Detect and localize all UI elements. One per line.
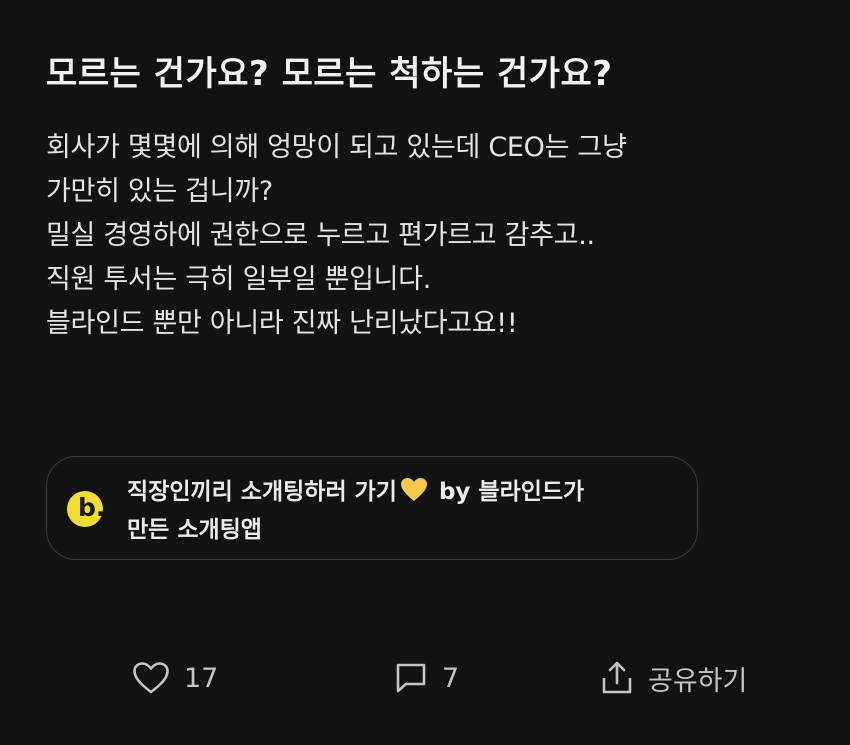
comment-icon: [394, 661, 428, 695]
ad-text: 직장인끼리 소개팅하러 가기 by 블라인드가 만든 소개팅앱: [127, 475, 672, 547]
blind-logo-icon: b.: [67, 491, 106, 527]
post-body-line: 직원 투서는 극히 일부일 뿐입니다.: [46, 264, 431, 295]
ad-text-line-1: 직장인끼리 소개팅하러 가기 by 블라인드가: [127, 475, 672, 513]
ad-banner-card[interactable]: b. 직장인끼리 소개팅하러 가기 by 블라인드가 만든 소개팅앱: [46, 456, 698, 560]
post-body: 회사가 몇몇에 의해 엉망이 되고 있는데 CEO는 그냥 가만히 있는 겁니까…: [46, 126, 816, 346]
share-label: 공유하기: [648, 665, 748, 697]
share-button[interactable]: 공유하기: [600, 650, 747, 706]
ad-text-part: 직장인끼리 소개팅하러 가기: [127, 479, 397, 505]
like-button[interactable]: 17: [132, 650, 218, 706]
share-icon: [600, 660, 634, 696]
yellow-heart-icon: [400, 477, 428, 513]
ad-text-line-2: 만든 소개팅앱: [127, 517, 262, 543]
post-body-line: 밀실 경영하에 권한으로 누르고 편가르고 감추고..: [46, 220, 595, 251]
post-action-bar: 17 7 공유하기: [0, 650, 850, 706]
post-body-line: 회사가 몇몇에 의해 엉망이 되고 있는데 CEO는 그냥: [46, 132, 627, 163]
comment-count: 7: [442, 662, 460, 694]
post-content: 모르는 건가요? 모르는 척하는 건가요? 회사가 몇몇에 의해 엉망이 되고 …: [46, 0, 816, 346]
post-body-line: 가만히 있는 겁니까?: [46, 176, 273, 207]
post-body-line: 블라인드 뿐만 아니라 진짜 난리났다고요!!: [46, 308, 518, 339]
blind-logo-letter: b.: [78, 493, 106, 522]
comment-button[interactable]: 7: [394, 650, 459, 706]
heart-outline-icon: [132, 661, 170, 695]
like-count: 17: [184, 662, 219, 694]
post-title: 모르는 건가요? 모르는 척하는 건가요?: [46, 54, 613, 94]
ad-text-part: by 블라인드가: [438, 479, 585, 505]
